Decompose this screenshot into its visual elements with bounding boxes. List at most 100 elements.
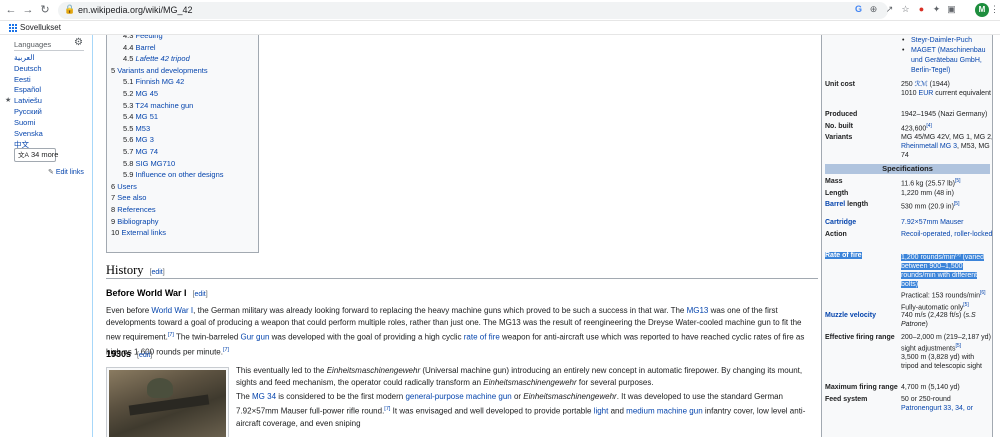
toc-item[interactable]: 9 Bibliography: [111, 217, 159, 226]
language-link[interactable]: Deutsch: [14, 64, 43, 75]
extensions-puzzle-icon[interactable]: ✦: [931, 4, 942, 15]
toc-label: MG 45: [135, 89, 159, 98]
language-link[interactable]: Svenska: [14, 129, 43, 140]
language-label: Latviešu: [14, 96, 42, 106]
mg13-link[interactable]: MG13: [687, 306, 709, 315]
toc-item[interactable]: 8 References: [111, 205, 156, 214]
gear-icon[interactable]: ⚙: [74, 37, 83, 48]
address-bar[interactable]: 🔒 en.wikipedia.org/wiki/MG_42: [58, 2, 888, 19]
toc-label: External links: [121, 228, 167, 238]
toc-item[interactable]: 5.2 MG 45: [123, 89, 158, 98]
toc-item[interactable]: 5.9 Influence on other designs: [123, 170, 224, 179]
url-text[interactable]: en.wikipedia.org/wiki/MG_42: [78, 5, 193, 15]
cartridge-link[interactable]: Cartridge: [825, 218, 899, 227]
gpmg-link[interactable]: general-purpose machine gun: [405, 392, 511, 401]
toc-number: 5.8: [123, 158, 134, 168]
medium-mg-link[interactable]: medium machine gun: [626, 407, 702, 416]
mass-value: 11.6 kg (25.57 lb)[5]: [901, 178, 961, 188]
1930s-paragraph-1: This eventually led to the Einheitsmasch…: [236, 366, 803, 387]
reference-link[interactable]: [7]: [223, 347, 229, 353]
profile-avatar[interactable]: M: [975, 3, 989, 17]
no-built-value: 423,600[4]: [901, 123, 932, 133]
toc-item[interactable]: 5.4 MG 51: [123, 112, 158, 121]
recoil-operated-link[interactable]: Recoil-operated, roller-locked: [901, 231, 992, 238]
soldier-machine-gun-photo[interactable]: [109, 370, 226, 437]
toc-number: 5.7: [123, 147, 134, 156]
toc-item[interactable]: 4.5 Lafette 42 tripod: [123, 54, 190, 63]
more-languages-button[interactable]: 文A 34 more: [14, 148, 59, 162]
mg34-thumbnail-figure[interactable]: [106, 367, 229, 437]
edit-links[interactable]: ✎ Edit links: [48, 168, 84, 176]
barrel-link[interactable]: Barrel: [825, 201, 845, 208]
world-war-i-link[interactable]: World War I: [151, 306, 193, 315]
toc-number: 5.1: [123, 77, 134, 87]
toc-item[interactable]: 10 External links: [111, 228, 166, 237]
zoom-icon[interactable]: ⊕: [868, 4, 879, 15]
light-mg-link[interactable]: light: [594, 407, 609, 416]
toc-item[interactable]: 7 See also: [111, 193, 146, 202]
menu-kebab-icon[interactable]: ⋮: [990, 4, 999, 15]
apps-bookmark[interactable]: Sovellukset: [20, 23, 61, 32]
language-link[interactable]: Русский: [14, 107, 43, 118]
divider: [14, 50, 84, 51]
google-translate-icon[interactable]: G: [853, 4, 864, 15]
language-link[interactable]: Suomi: [14, 118, 43, 129]
toc-label: SIG MG710: [135, 158, 176, 168]
1930s-heading-text: 1930s: [106, 349, 132, 359]
mauser-cartridge-link[interactable]: 7.92×57mm Mauser: [901, 219, 963, 226]
toc-item[interactable]: 6 Users: [111, 182, 137, 191]
edit-links-label: Edit links: [55, 169, 84, 176]
length-value: 1,220 mm (48 in): [901, 190, 954, 197]
table-of-contents: 4.3 Feeding 4.4 Barrel 4.5 Lafette 42 trip…: [106, 35, 259, 253]
bookmarks-bar: Sovellukset: [0, 21, 1000, 35]
bookmark-star-icon[interactable]: ☆: [900, 4, 911, 15]
ww1-heading-text: Before World War I: [106, 288, 187, 298]
extension-opera-icon[interactable]: ●: [916, 4, 927, 15]
manufacturer-text: MAGET (Maschinenbau und Gerätebau GmbH, …: [911, 47, 986, 74]
apps-grid-icon[interactable]: [8, 23, 17, 32]
toc-item[interactable]: 5 Variants and developments: [111, 66, 208, 75]
variants-label: Variants: [825, 134, 853, 141]
muzzle-velocity-value: 740 m/s (2,428 ft/s) (s.S Patrone): [901, 312, 976, 328]
language-link[interactable]: Español: [14, 85, 43, 96]
gur-gun-link[interactable]: Gur gun: [241, 333, 270, 342]
produced-value: 1942–1945 (Nazi Germany): [901, 111, 988, 118]
share-icon[interactable]: ↗: [884, 4, 895, 15]
toc-item[interactable]: 5.3 T24 machine gun: [123, 101, 193, 110]
toc-number: 5.2: [123, 89, 134, 98]
toc-item[interactable]: 4.3 Feeding: [123, 35, 163, 40]
toc-item[interactable]: 5.1 Finnish MG 42: [123, 77, 184, 86]
toc-label: MG 51: [135, 112, 159, 122]
toc-item[interactable]: 5.5 M53: [123, 124, 150, 133]
language-list: العربية Deutsch Eesti Español ★ Latviešu …: [5, 53, 43, 150]
language-link[interactable]: Eesti: [14, 75, 43, 86]
reload-icon[interactable]: ↻: [38, 3, 52, 17]
action-value: Recoil-operated, roller-locked: [901, 230, 992, 239]
rate-of-fire-link[interactable]: rate of fire: [464, 333, 500, 342]
language-link-featured[interactable]: ★ Latviešu: [5, 96, 43, 107]
variants-value: MG 45/MG 42V, MG 1, MG 2, Rheinmetall MG…: [901, 134, 993, 159]
mass-label: Mass: [825, 178, 843, 185]
sidebar-panel-icon[interactable]: ▣: [946, 4, 957, 15]
patronengurt-link[interactable]: Patronengurt 33, 34, or: [901, 405, 973, 412]
more-languages-label: 34 more: [30, 150, 59, 159]
toc-item[interactable]: 4.4 Barrel: [123, 43, 156, 52]
history-edit-link[interactable]: [edit]: [150, 269, 165, 276]
article-content: 4.3 Feeding 4.4 Barrel 4.5 Lafette 42 trip…: [92, 35, 818, 437]
toc-item[interactable]: 5.6 MG 3: [123, 135, 154, 144]
cartridge-value: 7.92×57mm Mauser: [901, 218, 992, 227]
toc-item[interactable]: 5.8 SIG MG710: [123, 159, 175, 168]
rate-of-fire-label[interactable]: Rate of fire: [825, 251, 899, 260]
back-arrow-icon[interactable]: ←: [4, 3, 18, 17]
forward-arrow-icon[interactable]: →: [21, 3, 35, 17]
muzzle-velocity-link[interactable]: Muzzle velocity: [825, 311, 899, 320]
language-link[interactable]: العربية: [14, 53, 43, 64]
toc-item[interactable]: 5.7 MG 74: [123, 147, 158, 156]
1930s-heading: 1930s [edit]: [106, 349, 152, 359]
1930s-edit-link[interactable]: [edit]: [137, 352, 152, 359]
manufacturer-link[interactable]: Steyr-Daimler-Puch: [911, 36, 991, 45]
rheinmetall-mg3-link[interactable]: Rheinmetall MG 3: [901, 143, 957, 150]
mg34-link[interactable]: MG 34: [252, 392, 276, 401]
ww1-edit-link[interactable]: [edit]: [193, 291, 208, 298]
toc-label: T24 machine gun: [135, 100, 194, 110]
